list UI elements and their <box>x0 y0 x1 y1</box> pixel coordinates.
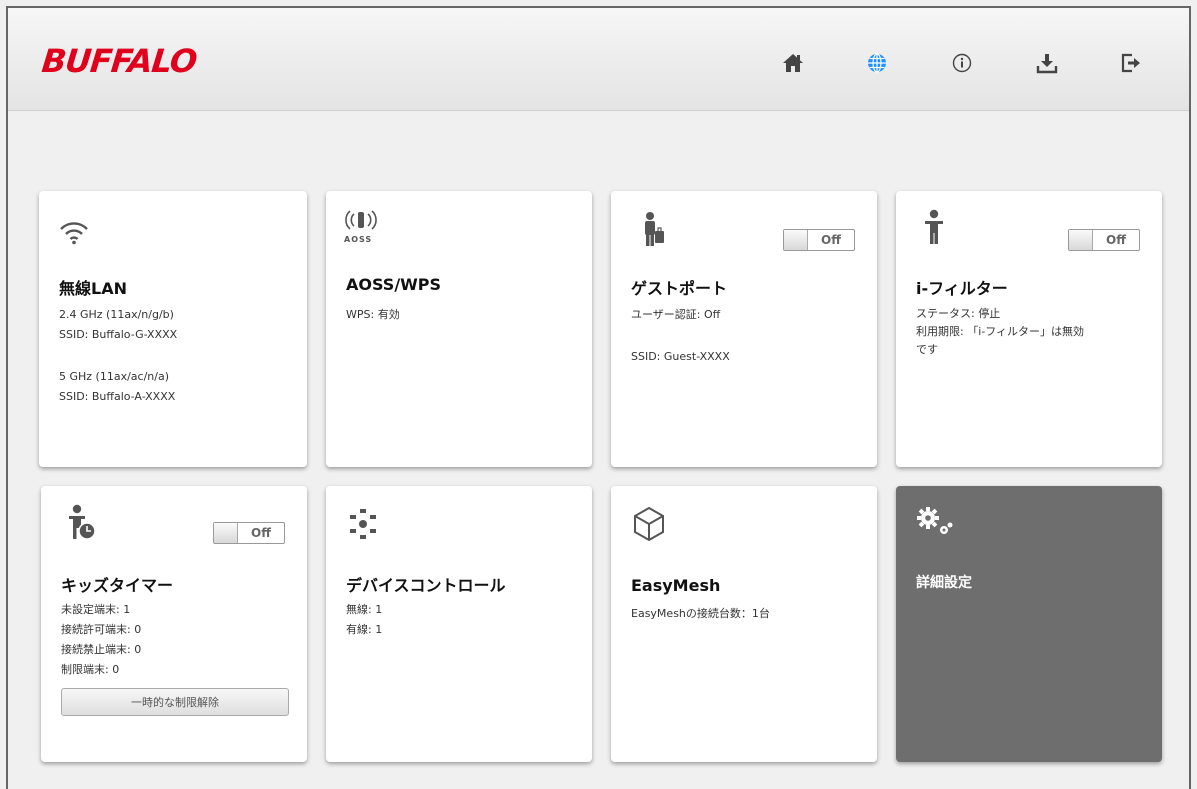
i-filter-title: i-フィルター <box>916 279 1008 298</box>
i-filter-status: ステータス: 停止 <box>916 307 1001 320</box>
guest-port-card[interactable]: Off ゲストポート ユーザー認証: Off SSID: Guest-XXXX <box>611 191 877 467</box>
wifi-icon <box>59 221 89 249</box>
kids-timer-icon <box>67 504 97 546</box>
child-person-icon <box>922 209 946 249</box>
i-filter-period: 利用期限: 「i-フィルター」は無効 <box>916 325 1085 338</box>
i-filter-period-cont: です <box>916 343 938 356</box>
logout-icon[interactable] <box>1118 50 1144 76</box>
guest-port-toggle[interactable]: Off <box>783 229 855 251</box>
info-icon[interactable] <box>949 50 975 76</box>
aoss-icon-label: AOSS <box>344 235 373 244</box>
kids-allowed-devices: 接続許可端末: 0 <box>61 623 142 636</box>
kids-unset-devices: 未設定端末: 1 <box>61 603 131 616</box>
i-filter-card[interactable]: Off i-フィルター ステータス: 停止 利用期限: 「i-フィルター」は無効… <box>896 191 1162 467</box>
device-control-card[interactable]: デバイスコントロール 無線: 1 有線: 1 <box>326 486 592 762</box>
easymesh-title: EasyMesh <box>631 576 721 595</box>
wireless-lan-title: 無線LAN <box>59 279 127 298</box>
wireless-ssid-5: SSID: Buffalo-A-XXXX <box>59 390 176 403</box>
easymesh-count: EasyMeshの接続台数：1台 <box>631 607 770 620</box>
advanced-settings-title: 詳細設定 <box>916 575 972 591</box>
globe-icon[interactable] <box>864 50 890 76</box>
guest-port-toggle-label: Off <box>821 233 841 247</box>
guest-port-title: ゲストポート <box>631 279 728 298</box>
guest-user-auth: ユーザー認証: Off <box>631 308 721 321</box>
home-icon[interactable] <box>780 50 806 76</box>
aoss-wps-title: AOSS/WPS <box>346 275 442 294</box>
wireless-lan-card[interactable]: 無線LAN 2.4 GHz (11ax/n/g/b) SSID: Buffalo… <box>39 191 307 467</box>
wireless-band-5: 5 GHz (11ax/ac/n/a) <box>59 370 170 383</box>
buffalo-logo[interactable]: BUFFALO <box>40 42 198 80</box>
guest-person-icon <box>641 211 667 251</box>
temporary-release-button[interactable]: 一時的な制限解除 <box>61 688 289 716</box>
wps-status: WPS: 有効 <box>346 308 400 321</box>
download-icon[interactable] <box>1034 50 1060 76</box>
aoss-icon: AOSS <box>344 209 394 244</box>
device-wireless-count: 無線: 1 <box>346 603 383 616</box>
kids-timer-title: キッズタイマー <box>61 576 174 595</box>
kids-blocked-devices: 接続禁止端末: 0 <box>61 643 142 656</box>
device-control-title: デバイスコントロール <box>346 576 506 595</box>
aoss-wps-card[interactable]: AOSS AOSS/WPS WPS: 有効 <box>326 191 592 467</box>
kids-limited-devices: 制限端末: 0 <box>61 663 120 676</box>
easymesh-card[interactable]: EasyMesh EasyMeshの接続台数：1台 <box>611 486 877 762</box>
router-admin-window: BUFFALO 無線LAN 2.4 GHz (11ax/n/g/b) SSID:… <box>6 6 1191 789</box>
gears-icon <box>916 506 954 540</box>
i-filter-toggle-label: Off <box>1106 233 1126 247</box>
advanced-settings-card[interactable]: 詳細設定 <box>896 486 1162 762</box>
kids-timer-toggle[interactable]: Off <box>213 522 285 544</box>
kids-timer-card[interactable]: Off キッズタイマー 未設定端末: 1 接続許可端末: 0 接続禁止端末: 0… <box>41 486 307 762</box>
wireless-band-24: 2.4 GHz (11ax/n/g/b) <box>59 308 174 321</box>
i-filter-toggle[interactable]: Off <box>1068 229 1140 251</box>
device-control-icon <box>348 508 378 544</box>
wireless-ssid-24: SSID: Buffalo-G-XXXX <box>59 328 178 341</box>
kids-timer-toggle-label: Off <box>251 526 271 540</box>
guest-ssid: SSID: Guest-XXXX <box>631 350 730 363</box>
device-wired-count: 有線: 1 <box>346 623 383 636</box>
easymesh-cube-icon <box>633 506 665 546</box>
top-header: BUFFALO <box>8 8 1189 111</box>
